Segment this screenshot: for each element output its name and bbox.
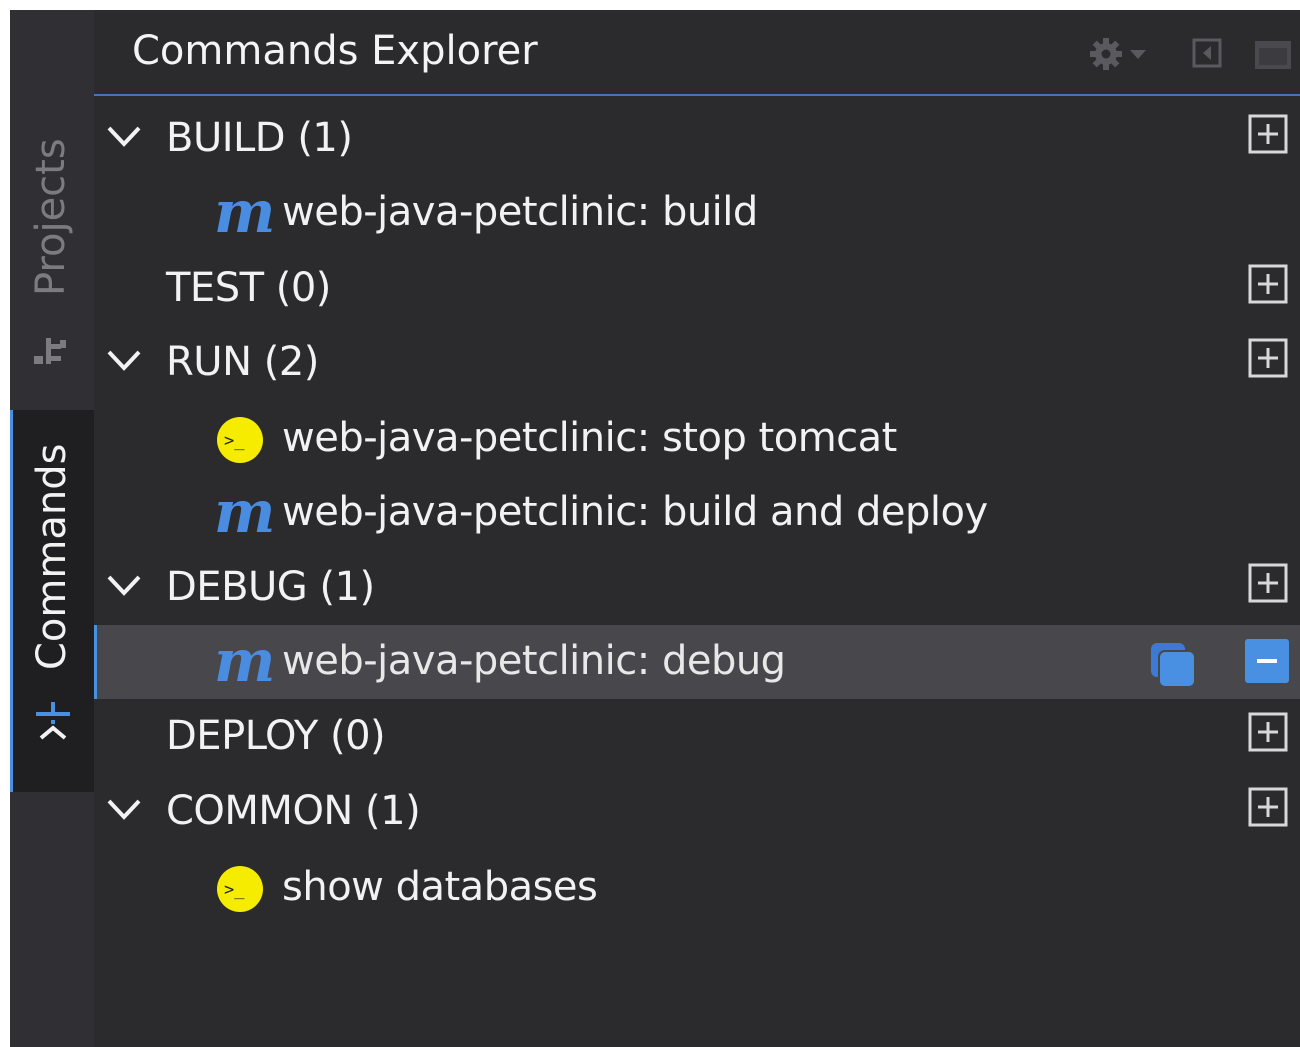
- panel-header: Commands Explorer: [94, 10, 1300, 96]
- shell-icon: >_: [217, 866, 263, 912]
- maven-icon: m: [214, 478, 276, 546]
- command-label: web-java-petclinic: debug: [282, 638, 786, 684]
- tree-group-label: RUN (2): [166, 339, 319, 385]
- side-tab-projects[interactable]: Projects: [10, 110, 94, 410]
- maximize-icon[interactable]: [1254, 40, 1292, 70]
- command-item-selected[interactable]: m web-java-petclinic: debug: [94, 625, 1300, 699]
- add-command-button[interactable]: [1248, 338, 1288, 378]
- command-item[interactable]: >_ show databases: [94, 851, 1300, 925]
- add-command-button[interactable]: [1248, 712, 1288, 752]
- svg-text:>_: >_: [224, 431, 245, 451]
- chevron-down-icon[interactable]: [106, 348, 142, 374]
- chevron-down-icon[interactable]: [106, 797, 142, 823]
- side-tab-projects-label: Projects: [28, 138, 74, 296]
- shell-icon: >_: [217, 417, 263, 463]
- side-tab-commands-label: Commands: [29, 443, 75, 670]
- add-command-button[interactable]: [1248, 114, 1288, 154]
- command-label: web-java-petclinic: build and deploy: [282, 489, 988, 535]
- command-item[interactable]: m web-java-petclinic: build and deploy: [94, 476, 1300, 550]
- remove-command-button[interactable]: [1245, 639, 1289, 683]
- add-command-button[interactable]: [1248, 264, 1288, 304]
- chevron-down-icon[interactable]: [106, 124, 142, 150]
- gear-icon[interactable]: [1090, 36, 1154, 72]
- command-item[interactable]: >_ web-java-petclinic: stop tomcat: [94, 402, 1300, 476]
- tree-group-label: COMMON (1): [166, 788, 421, 834]
- command-label: web-java-petclinic: build: [282, 189, 758, 235]
- tree-group-run[interactable]: RUN (2): [94, 326, 1300, 400]
- side-tab-commands[interactable]: Commands: [10, 410, 94, 792]
- tree-group-test[interactable]: TEST (0): [94, 252, 1300, 326]
- side-tab-strip: Projects Commands: [10, 10, 94, 1047]
- collapse-panel-icon[interactable]: [1192, 38, 1222, 68]
- tree-group-debug[interactable]: DEBUG (1): [94, 551, 1300, 625]
- command-label: show databases: [282, 864, 598, 910]
- command-item[interactable]: m web-java-petclinic: build: [94, 176, 1300, 250]
- tree-group-label: BUILD (1): [166, 115, 353, 161]
- tree-group-label: TEST (0): [166, 265, 331, 311]
- maven-icon: m: [214, 627, 276, 695]
- chevron-down-icon[interactable]: [106, 573, 142, 599]
- commands-explorer-window: Projects Commands Commands Explorer BUIL…: [10, 10, 1300, 1047]
- project-tree-icon: [34, 338, 66, 364]
- add-command-button[interactable]: [1248, 787, 1288, 827]
- maven-icon: m: [214, 178, 276, 246]
- command-label: web-java-petclinic: stop tomcat: [282, 415, 897, 461]
- tree-group-deploy[interactable]: DEPLOY (0): [94, 700, 1300, 774]
- tree-group-label: DEBUG (1): [166, 564, 375, 610]
- tree-group-label: DEPLOY (0): [166, 713, 386, 759]
- duplicate-icon[interactable]: [1149, 641, 1197, 689]
- svg-text:>_: >_: [224, 880, 245, 900]
- add-command-button[interactable]: [1248, 563, 1288, 603]
- tree-group-build[interactable]: BUILD (1): [94, 102, 1300, 176]
- tree-group-common[interactable]: COMMON (1): [94, 775, 1300, 849]
- panel-title: Commands Explorer: [132, 28, 538, 74]
- commands-icon: [36, 702, 70, 740]
